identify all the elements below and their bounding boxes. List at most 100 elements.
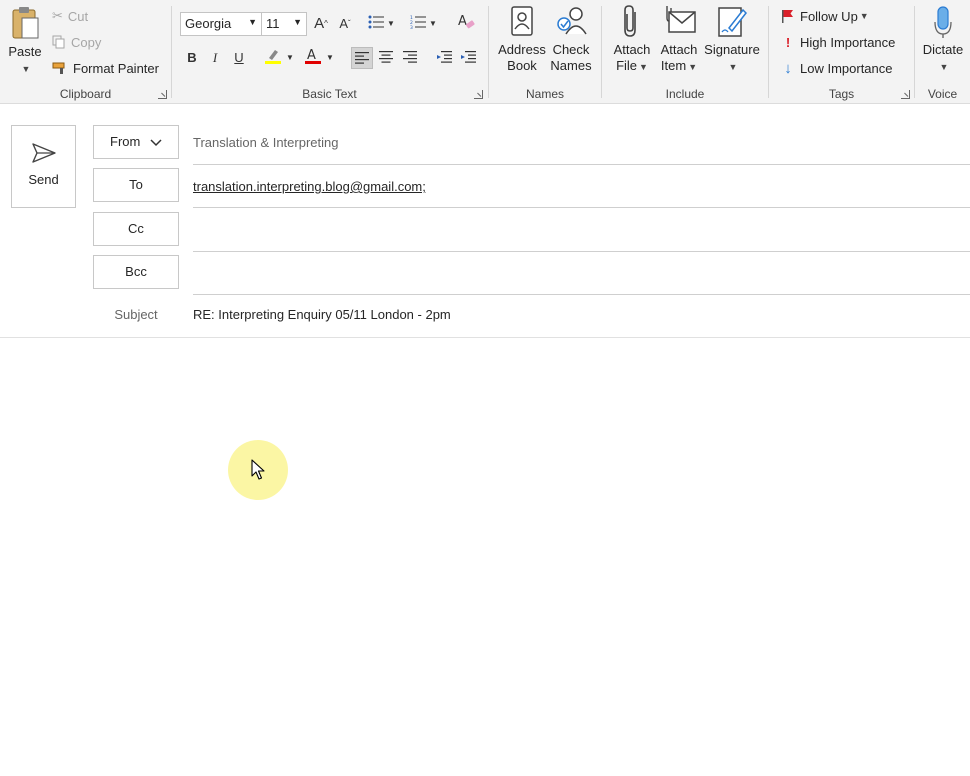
signature-button[interactable]: Signature ▼: [702, 4, 762, 75]
subject-field[interactable]: RE: Interpreting Enquiry 05/11 London - …: [193, 307, 451, 322]
attach-item-label-2: Item: [660, 58, 687, 73]
tags-launcher-icon[interactable]: [901, 90, 910, 99]
bullets-button[interactable]: [366, 13, 386, 35]
attach-item-button[interactable]: Attach Item ▼: [656, 4, 702, 75]
check-names-label-1: Check: [552, 42, 590, 57]
from-value: Translation & Interpreting: [193, 135, 339, 150]
to-button[interactable]: To: [93, 168, 179, 202]
copy-label: Copy: [71, 34, 102, 50]
copy-icon: [52, 35, 65, 49]
mouse-pointer-icon: [251, 459, 265, 480]
chevron-down-icon: ▼: [688, 62, 698, 72]
clipboard-group: Paste ▼ ✂ Cut Copy Format Painter Clipbo…: [0, 0, 171, 104]
from-underline: [193, 164, 970, 165]
align-center-icon: [379, 51, 393, 63]
chevron-down-icon: ▼: [248, 17, 257, 27]
tags-group: Follow Up ▼ ! High Importance ↓ Low Impo…: [769, 0, 914, 104]
paste-label: Paste: [8, 44, 42, 59]
font-color-button[interactable]: A: [303, 47, 323, 69]
italic-button[interactable]: I: [205, 47, 225, 69]
bcc-button[interactable]: Bcc: [93, 255, 179, 289]
bcc-underline: [193, 294, 970, 295]
check-names-icon: [557, 7, 587, 35]
font-color-icon: A: [305, 48, 321, 64]
align-left-icon: [355, 52, 369, 64]
chevron-down-icon: ▼: [639, 62, 648, 72]
font-size-value: 11: [266, 16, 280, 31]
check-names-label-2: Names: [550, 58, 592, 73]
bcc-field[interactable]: [193, 265, 953, 283]
signature-icon: [718, 7, 747, 37]
tags-group-label: Tags: [828, 87, 855, 101]
address-book-button[interactable]: Address Book: [497, 4, 547, 74]
highlight-button[interactable]: [263, 47, 283, 69]
arrow-down-icon: ↓: [784, 59, 792, 77]
clear-formatting-button[interactable]: A: [456, 13, 476, 35]
cc-button[interactable]: Cc: [93, 212, 179, 246]
svg-text:A: A: [307, 48, 316, 63]
increase-indent-icon: [461, 51, 476, 63]
to-field[interactable]: translation.interpreting.blog@gmail.com;: [193, 179, 426, 194]
flag-icon: [782, 10, 793, 23]
numbering-button[interactable]: 123: [408, 13, 428, 35]
attach-item-label-1: Attach: [660, 42, 698, 57]
chevron-down-icon[interactable]: ▼: [285, 47, 295, 69]
bcc-label: Bcc: [125, 264, 147, 279]
basic-text-group-label: Basic Text: [302, 87, 357, 101]
highlighter-icon: [265, 50, 281, 64]
signature-label: Signature: [704, 42, 760, 57]
attach-file-label-1: Attach: [613, 42, 651, 57]
copy-button[interactable]: Copy: [52, 31, 101, 53]
high-importance-label: High Importance: [800, 34, 896, 50]
send-button[interactable]: Send: [11, 125, 76, 208]
clear-formatting-icon: A: [458, 14, 475, 29]
chevron-down-icon[interactable]: ▼: [386, 13, 396, 35]
from-label: From: [110, 134, 141, 149]
increase-indent-button[interactable]: [458, 47, 478, 69]
follow-up-button[interactable]: Follow Up ▼: [781, 5, 869, 27]
paste-button[interactable]: Paste ▼: [4, 4, 46, 77]
voice-group-label: Voice: [927, 87, 958, 101]
paste-icon: [12, 7, 39, 39]
paintbrush-icon: [52, 62, 65, 74]
to-underline: [193, 207, 970, 208]
chevron-down-icon: ▼: [728, 62, 738, 72]
chevron-down-icon[interactable]: ▼: [325, 47, 335, 69]
align-center-button[interactable]: [376, 47, 396, 69]
dictate-button[interactable]: Dictate ▼: [919, 4, 967, 75]
format-painter-button[interactable]: Format Painter: [52, 57, 159, 79]
from-button[interactable]: From: [93, 125, 179, 159]
cut-button[interactable]: ✂ Cut: [52, 5, 88, 27]
chevron-down-icon[interactable]: ▼: [428, 13, 438, 35]
send-icon: [31, 143, 56, 163]
svg-text:3: 3: [410, 25, 413, 29]
dictate-label: Dictate: [922, 42, 964, 57]
align-right-button[interactable]: [400, 47, 420, 69]
attach-item-icon: [666, 6, 696, 33]
to-label: To: [129, 177, 143, 192]
font-size-combo[interactable]: 11 ▼: [261, 12, 307, 36]
attach-file-button[interactable]: Attach File ▼: [610, 4, 654, 75]
subject-label: Subject: [114, 307, 158, 322]
check-names-button[interactable]: Check Names: [547, 4, 595, 74]
underline-button[interactable]: U: [229, 47, 249, 69]
shrink-font-button[interactable]: Aˇ: [335, 13, 355, 35]
basic-text-group: Georgia ▼ 11 ▼ A^ Aˇ ▼ 123 ▼ A B I U ▼ A…: [172, 0, 487, 104]
font-name-combo[interactable]: Georgia ▼: [180, 12, 262, 36]
high-importance-button[interactable]: ! High Importance: [781, 31, 896, 53]
grow-font-button[interactable]: A^: [311, 13, 331, 35]
basic-text-launcher-icon[interactable]: [474, 90, 483, 99]
decrease-indent-icon: [437, 51, 452, 63]
decrease-indent-button[interactable]: [434, 47, 454, 69]
message-body[interactable]: [0, 338, 970, 776]
bold-button[interactable]: B: [182, 47, 202, 69]
paperclip-icon: [624, 5, 636, 37]
chevron-down-icon: ▼: [293, 17, 302, 27]
clipboard-launcher-icon[interactable]: [158, 90, 167, 99]
chevron-down-icon: ▼: [939, 62, 949, 72]
include-group-label: Include: [665, 87, 705, 101]
chevron-down-icon: ▼: [21, 64, 31, 74]
align-left-button[interactable]: [351, 47, 373, 69]
cc-field[interactable]: [193, 222, 953, 240]
low-importance-button[interactable]: ↓ Low Importance: [781, 57, 892, 79]
